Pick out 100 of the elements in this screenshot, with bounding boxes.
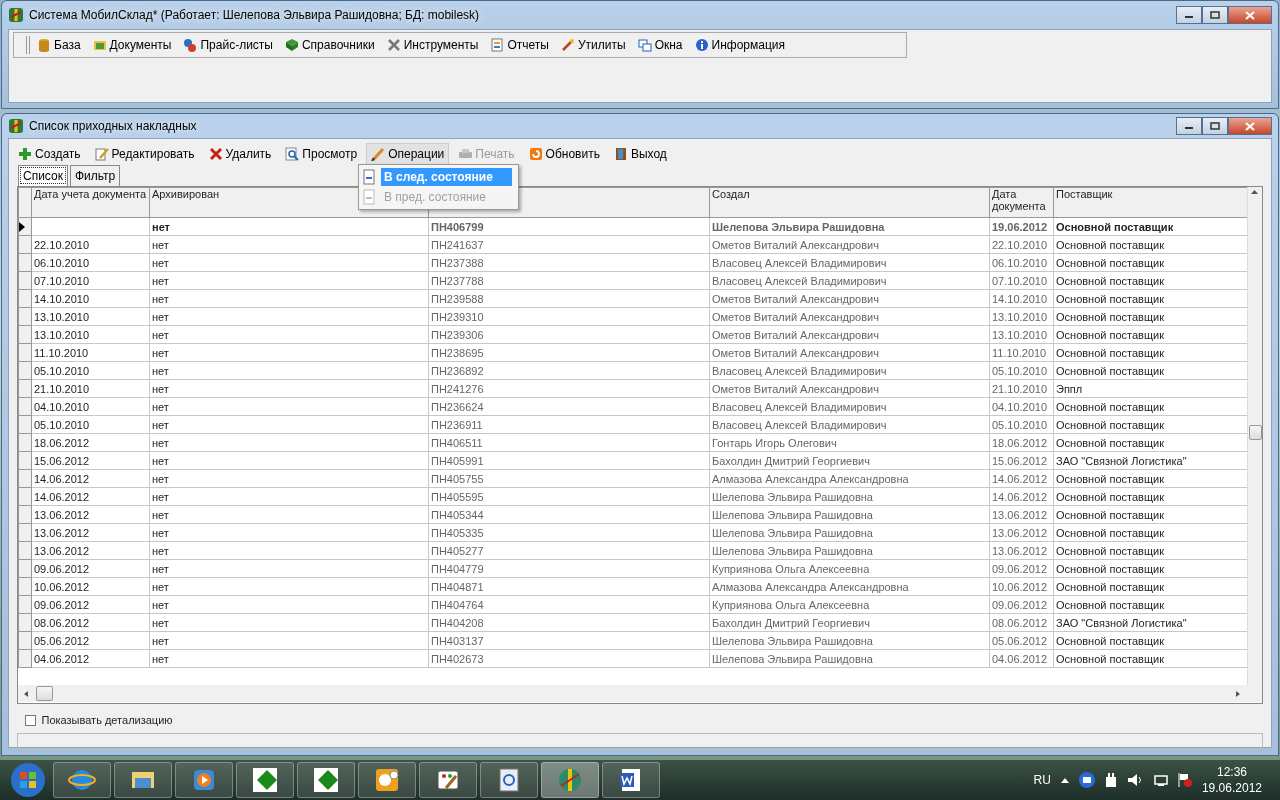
- menu-item[interactable]: Справочники: [279, 34, 380, 56]
- table-cell: ПН405277: [428, 541, 710, 560]
- toolbar-button[interactable]: Удалить: [203, 143, 277, 165]
- tab[interactable]: Список: [18, 165, 68, 186]
- table-cell: 13.10.2010: [31, 307, 150, 326]
- table-cell: 11.10.2010: [31, 343, 150, 362]
- table-cell: Куприянова Ольга Алексеевна: [709, 559, 990, 578]
- table-cell: нет: [149, 595, 429, 614]
- close-button[interactable]: [1228, 117, 1272, 135]
- table-cell: 19.06.2012: [989, 217, 1054, 236]
- table-cell: 13.10.2010: [989, 307, 1054, 326]
- checkbox-label[interactable]: Показывать детализацию: [41, 712, 173, 729]
- toolbar-button[interactable]: Операции: [366, 143, 450, 165]
- table-cell: ПН236911: [428, 415, 710, 434]
- menu-item[interactable]: Окна: [632, 34, 688, 56]
- minimize-button[interactable]: [1176, 6, 1202, 24]
- toolbar-button[interactable]: Обновить: [523, 143, 605, 165]
- toolbar-button[interactable]: Создать: [13, 143, 86, 165]
- toolbar-button[interactable]: Редактировать: [89, 143, 200, 165]
- table-cell: 14.06.2012: [989, 469, 1054, 488]
- table-cell: 04.10.2010: [31, 397, 150, 416]
- scroll-left-icon: [22, 688, 30, 699]
- info-icon: [694, 38, 709, 52]
- speaker-icon[interactable]: [1126, 773, 1143, 787]
- close-button[interactable]: [1228, 6, 1272, 24]
- table-cell: нет: [149, 649, 429, 668]
- app-logo-icon: [556, 766, 584, 794]
- table-cell: 13.06.2012: [989, 505, 1054, 524]
- table-cell: нет: [149, 307, 429, 326]
- table-cell: нет: [149, 613, 429, 632]
- menu-item[interactable]: Прайс-листы: [178, 34, 278, 56]
- table-cell: нет: [149, 235, 429, 254]
- table-cell: Власовец Алексей Владимирович: [709, 415, 990, 434]
- table-cell: Бахолдин Дмитрий Георгиевич: [709, 613, 990, 632]
- diamond-grid-icon: [251, 766, 279, 794]
- clock-date[interactable]: 19.06.2012: [1201, 780, 1262, 796]
- menu-item[interactable]: Отчеты: [485, 34, 554, 56]
- table-cell: ПН404208: [428, 613, 710, 632]
- table-cell: нет: [149, 487, 429, 506]
- menu-item[interactable]: Информация: [689, 34, 790, 56]
- taskbar-button[interactable]: [358, 762, 416, 798]
- chevron-up-icon[interactable]: [1059, 776, 1070, 784]
- clock-time[interactable]: 12:36: [1201, 764, 1262, 780]
- taskbar-button[interactable]: [297, 762, 355, 798]
- taskbar-button[interactable]: [53, 762, 111, 798]
- maximize-button[interactable]: [1202, 117, 1228, 135]
- door-icon: [613, 147, 628, 161]
- table-cell: ПН237388: [428, 253, 710, 272]
- grip-icon: [26, 36, 30, 54]
- table-cell: 06.10.2010: [31, 253, 150, 272]
- table-cell: нет: [149, 397, 429, 416]
- tab[interactable]: Фильтр: [69, 165, 121, 186]
- table-cell: ПН406799: [428, 217, 710, 236]
- menu-item[interactable]: Документы: [87, 34, 177, 56]
- table-cell: Шелепова Эльвира Рашидовна: [709, 649, 990, 668]
- checkbox[interactable]: [25, 714, 36, 726]
- table-cell: ПН239588: [428, 289, 710, 308]
- taskbar-button[interactable]: [419, 762, 477, 798]
- menu-item[interactable]: База: [32, 34, 86, 56]
- column-header: Дата документа: [989, 187, 1054, 218]
- table-cell: Ометов Виталий Александрович: [709, 325, 990, 344]
- table-cell: 05.06.2012: [31, 631, 150, 650]
- vertical-scrollbar[interactable]: [1247, 187, 1262, 685]
- restore-icon: [1210, 122, 1220, 130]
- table-cell: нет: [149, 361, 429, 380]
- maximize-button[interactable]: [1202, 6, 1228, 24]
- scroll-thumb[interactable]: [1249, 425, 1262, 440]
- table-cell: 08.06.2012: [31, 613, 150, 632]
- folder-icon: [92, 38, 107, 52]
- wand-icon: [560, 38, 575, 52]
- taskbar-button[interactable]: [236, 762, 294, 798]
- horizontal-scrollbar[interactable]: [18, 685, 1262, 702]
- flag-error-icon[interactable]: [1176, 772, 1193, 788]
- table-cell: ПН404871: [428, 577, 710, 596]
- table-cell: ПН402673: [428, 649, 710, 668]
- table-cell: нет: [149, 469, 429, 488]
- close-icon: [1245, 10, 1255, 20]
- table-cell: 14.10.2010: [31, 289, 150, 308]
- scroll-thumb[interactable]: [36, 686, 53, 701]
- menu-item[interactable]: Утилиты: [555, 34, 631, 56]
- table-cell: 18.06.2012: [989, 433, 1054, 452]
- language-indicator[interactable]: RU: [1033, 771, 1051, 789]
- table-cell: 13.06.2012: [31, 523, 150, 542]
- table-cell: Ометов Виталий Александрович: [709, 379, 990, 398]
- menu-item[interactable]: Инструменты: [381, 34, 484, 56]
- taskbar-button[interactable]: [114, 762, 172, 798]
- app-logo-icon: [8, 7, 24, 23]
- taskbar-button[interactable]: [602, 762, 660, 798]
- toolbar-button[interactable]: Выход: [608, 143, 672, 165]
- table-cell: ПН239310: [428, 307, 710, 326]
- table-cell: 10.06.2012: [31, 577, 150, 596]
- column-header: Дата учета документа: [31, 187, 150, 218]
- power-plug-icon[interactable]: [1103, 772, 1118, 788]
- table-cell: 05.10.2010: [31, 361, 150, 380]
- table-cell: Власовец Алексей Владимирович: [709, 361, 990, 380]
- toolbar-button[interactable]: Просмотр: [280, 143, 363, 165]
- taskbar-button[interactable]: [480, 762, 538, 798]
- table-cell: 15.06.2012: [31, 451, 150, 470]
- minimize-button[interactable]: [1176, 117, 1202, 135]
- monitor-icon[interactable]: [1151, 773, 1168, 787]
